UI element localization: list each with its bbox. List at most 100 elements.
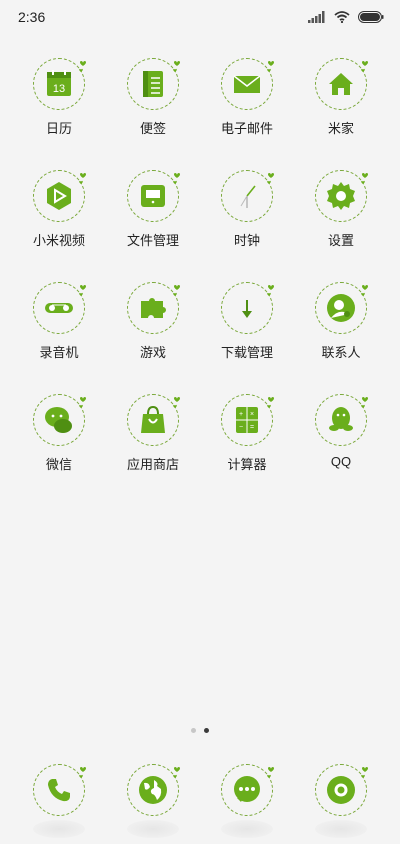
app-video[interactable]: 小米视频	[12, 170, 106, 258]
dock-reflection	[12, 820, 388, 838]
app-store[interactable]: 应用商店	[106, 394, 200, 482]
svg-text:=: =	[250, 424, 254, 431]
heart-decoration-icon	[267, 767, 274, 778]
page-dot[interactable]	[204, 728, 209, 733]
svg-text:−: −	[239, 424, 243, 431]
app-label: 日历	[45, 121, 72, 136]
app-label: 微信	[45, 457, 72, 472]
reflection	[127, 820, 179, 838]
app-icon-frame	[127, 282, 180, 334]
app-settings[interactable]: 设置	[294, 170, 388, 258]
calendar-icon: 13	[43, 68, 75, 100]
heart-decoration-icon	[267, 397, 274, 408]
svg-text:×: ×	[250, 411, 254, 418]
heart-decoration-icon	[173, 173, 180, 184]
app-games[interactable]: 游戏	[106, 282, 200, 370]
app-calculator[interactable]: + × − = 计算器	[200, 394, 294, 482]
app-icon-frame	[33, 394, 86, 446]
app-label: 时钟	[233, 233, 260, 248]
puzzle-icon	[137, 292, 169, 324]
heart-decoration-icon	[173, 61, 180, 72]
app-icon-frame: + × − =	[221, 394, 274, 446]
app-icon-frame	[33, 282, 86, 334]
heart-decoration-icon	[267, 61, 274, 72]
app-label: 文件管理	[126, 233, 179, 248]
download-icon	[231, 292, 263, 324]
app-icon-frame	[315, 394, 368, 446]
app-icon-frame	[221, 282, 274, 334]
app-recorder[interactable]: 录音机	[12, 282, 106, 370]
dock-browser[interactable]	[106, 764, 200, 820]
app-wechat[interactable]: 微信	[12, 394, 106, 482]
app-email[interactable]: 电子邮件	[200, 58, 294, 146]
app-label: 下载管理	[220, 345, 273, 360]
camera-icon	[325, 774, 357, 806]
signal-icon	[308, 10, 326, 28]
app-label: 米家	[327, 121, 354, 136]
app-label: 便签	[139, 121, 166, 136]
app-label: 录音机	[39, 345, 79, 360]
store-icon	[137, 404, 169, 436]
messages-icon	[231, 774, 263, 806]
heart-decoration-icon	[361, 767, 368, 778]
reflection	[315, 820, 367, 838]
recorder-icon	[43, 292, 75, 324]
app-grid: 13 日历 便签 电子邮件 米家 小米视频 文件管理 时钟 设置 录音机 游戏 …	[12, 58, 388, 482]
app-notes[interactable]: 便签	[106, 58, 200, 146]
dock-camera[interactable]	[294, 764, 388, 820]
heart-decoration-icon	[267, 285, 274, 296]
app-label: 设置	[327, 233, 354, 248]
phone-icon	[43, 774, 75, 806]
page-dot[interactable]	[191, 728, 196, 733]
home-icon	[325, 68, 357, 100]
heart-decoration-icon	[173, 397, 180, 408]
app-icon-frame	[127, 170, 180, 222]
app-icon-frame: 13	[33, 58, 86, 110]
heart-decoration-icon	[173, 285, 180, 296]
app-file-manager[interactable]: 文件管理	[106, 170, 200, 258]
dock-messages[interactable]	[200, 764, 294, 820]
contacts-icon	[325, 292, 357, 324]
browser-icon	[137, 774, 169, 806]
app-clock[interactable]: 时钟	[200, 170, 294, 258]
wechat-icon	[43, 404, 75, 436]
app-icon-frame	[221, 170, 274, 222]
app-label: 计算器	[227, 457, 267, 472]
dock-phone[interactable]	[12, 764, 106, 820]
app-qq[interactable]: QQ	[294, 394, 388, 482]
folder-icon	[137, 180, 169, 212]
app-icon-frame	[315, 58, 368, 110]
qq-icon	[325, 404, 357, 436]
heart-decoration-icon	[361, 397, 368, 408]
heart-decoration-icon	[79, 61, 86, 72]
app-icon-frame	[127, 764, 180, 816]
app-calendar[interactable]: 13 日历	[12, 58, 106, 146]
reflection	[33, 820, 85, 838]
app-label: 应用商店	[126, 457, 179, 472]
status-time: 2:36	[18, 9, 46, 25]
status-icons	[308, 10, 384, 28]
mail-icon	[231, 68, 263, 100]
notes-icon	[137, 68, 169, 100]
app-icon-frame	[315, 170, 368, 222]
wifi-icon	[334, 10, 350, 28]
gear-icon	[325, 180, 357, 212]
app-icon-frame	[33, 170, 86, 222]
svg-text:+: +	[239, 411, 243, 418]
app-icon-frame	[315, 764, 368, 816]
app-label: QQ	[330, 454, 352, 469]
heart-decoration-icon	[361, 173, 368, 184]
app-icon-frame	[221, 764, 274, 816]
app-icon-frame	[315, 282, 368, 334]
app-downloads[interactable]: 下载管理	[200, 282, 294, 370]
heart-decoration-icon	[173, 767, 180, 778]
app-mijia[interactable]: 米家	[294, 58, 388, 146]
page-indicator	[0, 728, 400, 733]
heart-decoration-icon	[79, 173, 86, 184]
play-icon	[43, 180, 75, 212]
app-icon-frame	[33, 764, 86, 816]
calculator-icon: + × − =	[231, 404, 263, 436]
app-label: 联系人	[321, 345, 361, 360]
app-contacts[interactable]: 联系人	[294, 282, 388, 370]
heart-decoration-icon	[79, 767, 86, 778]
